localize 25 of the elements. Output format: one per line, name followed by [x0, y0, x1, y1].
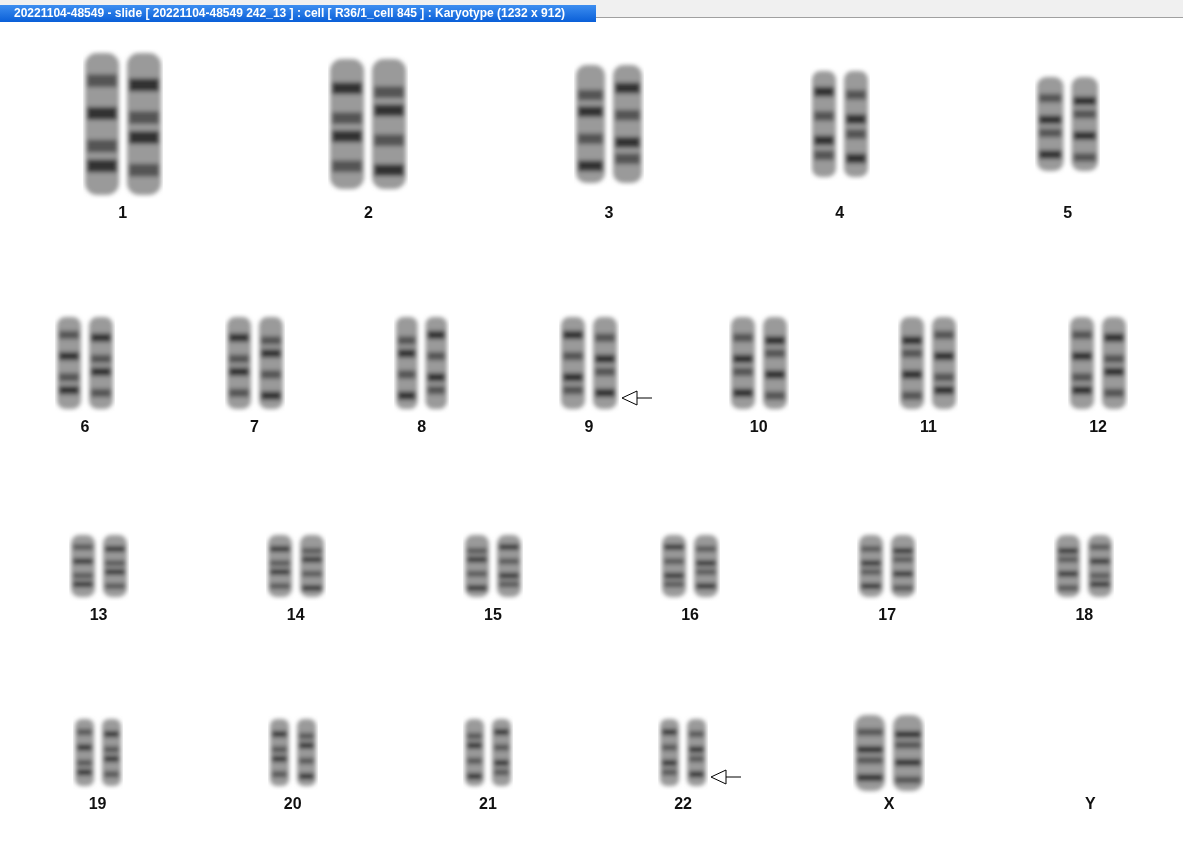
chromosome-number: 15: [484, 606, 502, 624]
chromosome-number: 7: [250, 418, 259, 436]
chromosome-number: 21: [479, 795, 497, 813]
chromosome-number: 17: [878, 606, 897, 624]
chromosome-number: 14: [286, 606, 305, 624]
chromosome-number: 6: [80, 418, 90, 436]
chromosome-number: 3: [604, 204, 614, 222]
chromosome-number: 2: [363, 204, 373, 222]
chromosome-number: 19: [88, 795, 107, 813]
chromosome-number: 16: [681, 606, 699, 624]
chromosome-number: 10: [749, 418, 768, 436]
chromosome-number: 8: [417, 418, 427, 436]
chromosome-number: 22: [674, 795, 692, 813]
chromosome-number: 4: [835, 204, 845, 222]
chromosome-number: 9: [584, 418, 594, 436]
chromosome-number: 20: [283, 795, 302, 813]
window-title: 20221104-48549 - slide [ 20221104-48549 242_13 ] : cell [ R36/1_cell 845 ] : Karyotype (1232 x 912): [0, 5, 596, 22]
chromosome-number: 1: [118, 204, 128, 222]
chromosome-number: 18: [1075, 606, 1094, 624]
chromosome-number: 11: [919, 418, 937, 436]
chromosome-number: X: [883, 795, 895, 813]
chromosome-number: 12: [1089, 418, 1107, 436]
chromosome-number: 5: [1063, 204, 1073, 222]
chromosome-number: 13: [89, 606, 108, 624]
chromosome-number: Y: [1085, 795, 1096, 813]
